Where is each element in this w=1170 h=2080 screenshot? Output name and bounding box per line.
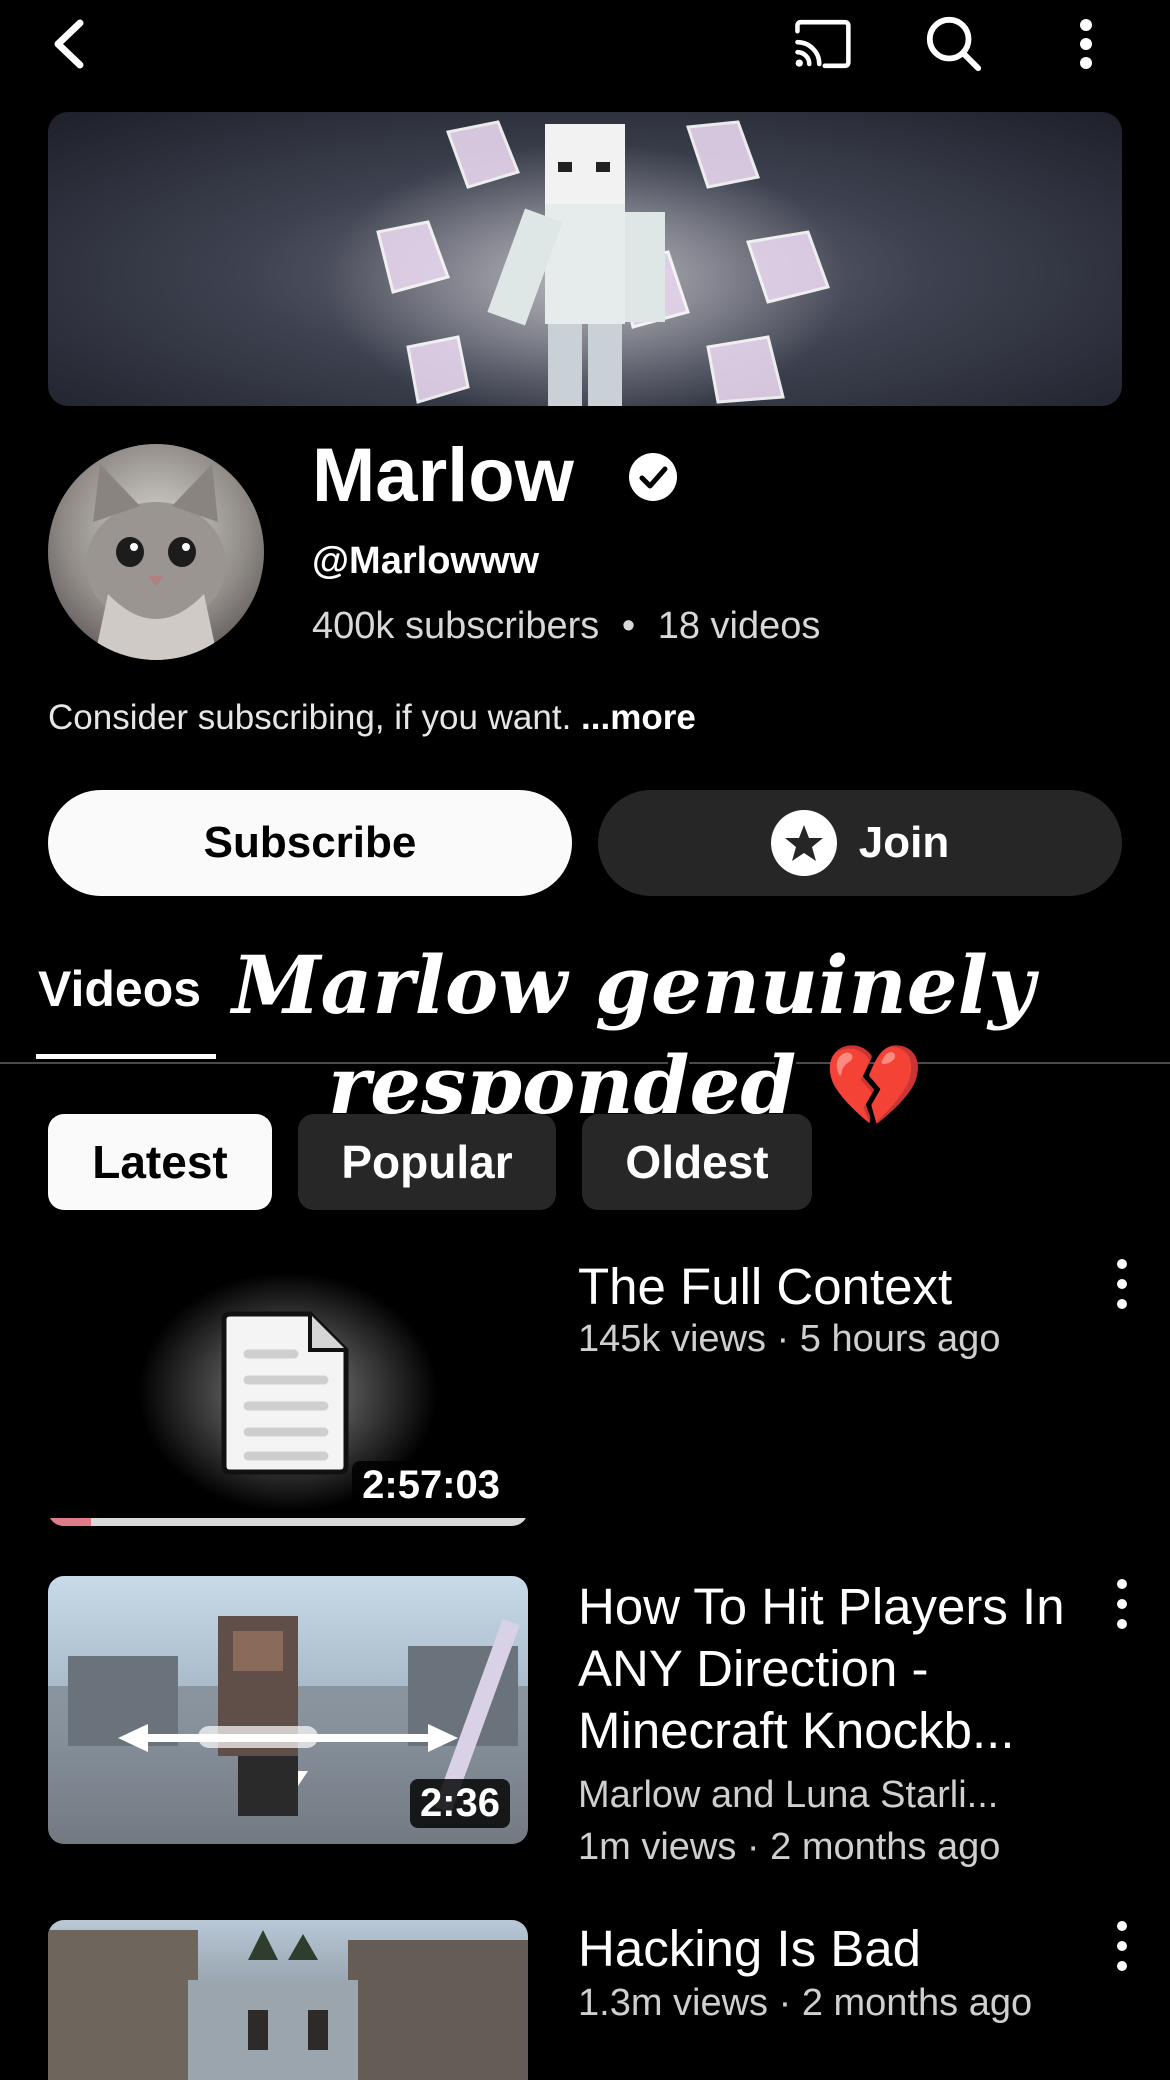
video-meta: 1m views · 2 months ago [578,1826,1001,1868]
subscriber-count: 400k subscribers [312,605,600,647]
active-tab-indicator [36,1054,216,1059]
video-meta: 1.3m views · 2 months ago [578,1982,1033,2024]
star-icon [770,810,837,876]
filter-chip-latest[interactable]: Latest [48,1114,272,1210]
video-title[interactable]: The Full Context [578,1256,1078,1318]
banner-artwork [325,120,845,406]
chip-label: Latest [92,1136,228,1188]
minecraft-scene-image [48,1930,528,2080]
more-options-button[interactable] [1056,14,1116,74]
verified-check-icon [629,453,677,501]
video-title[interactable]: How To Hit Players In ANY Direction - Mi… [578,1576,1078,1762]
search-icon [926,16,982,72]
chip-label: Popular [341,1136,513,1188]
channel-name: Marlow [312,433,574,518]
back-arrow-icon [54,19,84,69]
subscribe-label: Subscribe [203,818,417,867]
more-vert-icon [1080,19,1092,69]
more-link[interactable]: ...more [581,698,696,737]
video-count: 18 videos [657,605,821,647]
stats-separator: • [621,605,636,647]
channel-banner [48,112,1122,406]
subscribe-button[interactable]: Subscribe [48,790,572,896]
channel-description[interactable]: Consider subscribing, if you want. ...mo… [48,698,696,738]
join-label: Join [858,818,950,867]
video-thumbnail[interactable]: 2:36 [48,1576,528,1844]
video-meta: 145k views · 5 hours ago [578,1318,1001,1360]
search-button[interactable] [924,14,984,74]
channel-stats: 400k subscribers • 18 videos [312,605,820,648]
video-duration: 2:57:03 [352,1461,510,1510]
back-button[interactable] [38,14,98,74]
video-menu-icon[interactable] [1110,1254,1134,1314]
tab-videos[interactable]: Videos [38,960,201,1018]
cast-icon [795,19,851,69]
kitten-avatar-image [86,464,226,660]
video-duration: 2:36 [409,1779,510,1828]
video-thumbnail[interactable]: 2:57:03 [48,1258,528,1526]
description-text: Consider subscribing, if you want. [48,698,572,737]
broken-heart-emoji: 💔 [824,1038,924,1132]
cast-button[interactable] [792,14,852,74]
filter-chip-popular[interactable]: Popular [298,1114,556,1210]
video-menu-icon[interactable] [1110,1916,1134,1976]
watch-progress-bar [48,1518,528,1526]
channel-handle: @Marlowww [312,540,540,582]
filter-chip-oldest[interactable]: Oldest [582,1114,812,1210]
video-thumbnail[interactable] [48,1920,528,2080]
join-button[interactable]: Join [598,790,1122,896]
video-author: Marlow and Luna Starli... [578,1774,999,1816]
video-menu-icon[interactable] [1110,1574,1134,1634]
overlay-caption-line1: Marlow genuinely [232,938,1035,1032]
watch-progress-fill [48,1518,92,1526]
video-title[interactable]: Hacking Is Bad [578,1918,1078,1980]
chip-label: Oldest [625,1136,769,1188]
channel-avatar[interactable] [48,444,264,660]
